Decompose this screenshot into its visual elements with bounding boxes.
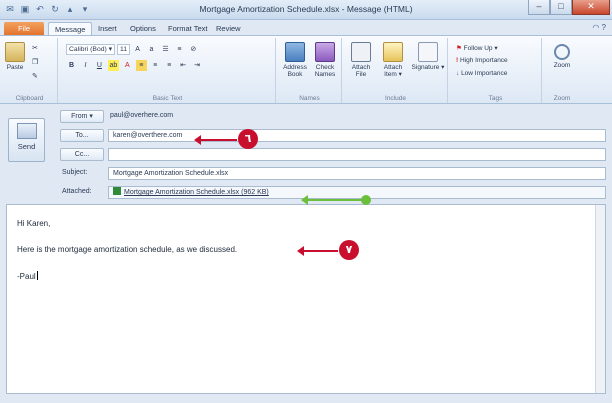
ribbon: Paste ✂ ❐ ✎ Clipboard Calibri (Bod) ▾ 11… [0,35,612,104]
font-color-icon[interactable]: A [122,60,133,71]
vertical-scrollbar[interactable] [595,205,605,393]
font-name-select[interactable]: Calibri (Bod) ▾ [66,44,116,55]
attached-label: Attached: [62,188,92,195]
underline-icon[interactable]: U [94,60,105,71]
signature-button[interactable]: Signature ▾ [410,42,446,71]
check-names-button[interactable]: Check Names [310,42,340,78]
basic-text-group-label: Basic Text [152,95,183,102]
body-text: Here is the mortgage amortization schedu… [17,245,238,254]
text-caret [36,271,38,280]
zoom-group: Zoom Zoom [544,38,580,103]
help-icon[interactable]: ◠ ? [592,23,606,32]
from-button[interactable]: From ▾ [60,110,104,123]
callout-7-arrow [297,246,338,256]
tab-insert[interactable]: Insert [92,22,123,36]
low-importance-button[interactable]: ↓ Low Importance [456,70,507,77]
paste-icon [5,42,25,62]
from-value: paul@overhere.com [110,112,174,119]
subject-label: Subject: [62,169,88,176]
clear-format-icon[interactable]: ⊘ [188,44,199,55]
compose-area: Send From ▾ paul@overhere.com To... kare… [0,104,612,403]
window-controls: – □ ✕ [528,0,610,15]
attach-file-button[interactable]: Attach File [346,42,376,78]
clipboard-group-label: Clipboard [15,95,44,102]
align-right-icon[interactable]: ≡ [164,60,175,71]
tags-group-label: Tags [488,95,503,102]
names-group: Address Book Check Names Names [278,38,342,103]
cut-icon[interactable]: ✂ [32,44,38,52]
to-button[interactable]: To... [60,129,104,142]
body-signoff: -Paul [17,271,38,281]
low-importance-icon: ↓ [456,70,460,77]
include-group-label: Include [385,95,406,102]
increase-indent-icon[interactable]: ⇥ [192,60,203,71]
basic-text-group: Calibri (Bod) ▾ 11 A a ☰ ≡ ⊘ B I U ab A … [60,38,276,103]
callout-7: ٧ [339,240,359,260]
attach-item-button[interactable]: Attach Item ▾ [378,42,408,78]
address-book-button[interactable]: Address Book [280,42,310,78]
ribbon-tabs: File Message Insert Options Format Text … [0,20,612,36]
cc-field[interactable] [108,148,606,161]
zoom-button[interactable]: Zoom [546,42,578,69]
numbering-icon[interactable]: ≡ [174,44,185,55]
title-bar: ✉ ▣ ↶ ↻ ▴ ▾ Mortgage Amortization Schedu… [0,0,612,20]
include-group: Attach File Attach Item ▾ Signature ▾ In… [344,38,448,103]
italic-icon[interactable]: I [80,60,91,71]
follow-up-button[interactable]: ⚑ Follow Up ▾ [456,44,498,52]
tab-format-text[interactable]: Format Text [162,22,213,36]
address-book-icon [285,42,305,62]
attached-field: Mortgage Amortization Schedule.xlsx (962… [108,186,606,199]
shrink-font-icon[interactable]: a [146,44,157,55]
align-center-icon[interactable]: ≡ [150,60,161,71]
bold-icon[interactable]: B [66,60,77,71]
copy-icon[interactable]: ❐ [32,58,38,66]
highlight-icon[interactable]: ab [107,60,119,71]
cc-button[interactable]: Cc... [60,148,104,161]
envelope-icon [383,42,403,62]
zoom-group-label: Zoom [553,95,571,102]
bullets-icon[interactable]: ☰ [160,44,171,55]
tab-file[interactable]: File [4,22,44,36]
send-button[interactable]: Send [8,118,45,162]
tags-group: ⚑ Follow Up ▾ ! High Importance ↓ Low Im… [450,38,542,103]
callout-6: ٦ [238,129,258,149]
paperclip-icon [351,42,371,62]
align-left-icon[interactable]: ≡ [135,60,147,71]
callout-6-arrow [194,135,237,145]
attachment-pointer-arrow [301,195,362,205]
signature-icon [418,42,438,62]
send-icon [16,123,37,139]
magnifier-icon [554,44,570,60]
body-greeting: Hi Karen, [17,219,51,228]
window-title: Mortgage Amortization Schedule.xlsx - Me… [199,4,413,14]
grow-font-icon[interactable]: A [132,44,143,55]
decrease-indent-icon[interactable]: ⇤ [178,60,189,71]
message-body[interactable]: Hi Karen, Here is the mortgage amortizat… [6,204,606,394]
close-button[interactable]: ✕ [572,0,610,15]
excel-file-icon [113,187,121,195]
tab-review[interactable]: Review [210,22,247,36]
names-group-label: Names [299,95,320,102]
maximize-button[interactable]: □ [550,0,572,15]
font-size-select[interactable]: 11 [117,44,131,55]
high-importance-button[interactable]: ! High Importance [456,57,508,64]
to-field[interactable]: karen@overthere.com [108,129,606,142]
format-painter-icon[interactable]: ✎ [32,72,38,80]
tab-options[interactable]: Options [124,22,162,36]
check-names-icon [315,42,335,62]
clipboard-group: Paste ✂ ❐ ✎ Clipboard [2,38,58,103]
body-signoff-text: -Paul [17,272,36,281]
minimize-button[interactable]: – [528,0,550,15]
flag-icon: ⚑ [456,45,462,52]
paste-button[interactable]: Paste [4,42,26,71]
subject-field[interactable]: Mortgage Amortization Schedule.xlsx [108,167,606,180]
attachment-pointer-dot [361,195,371,205]
tab-message[interactable]: Message [48,22,93,36]
high-importance-icon: ! [456,57,459,64]
attachment-link[interactable]: Mortgage Amortization Schedule.xlsx (962… [124,189,269,196]
